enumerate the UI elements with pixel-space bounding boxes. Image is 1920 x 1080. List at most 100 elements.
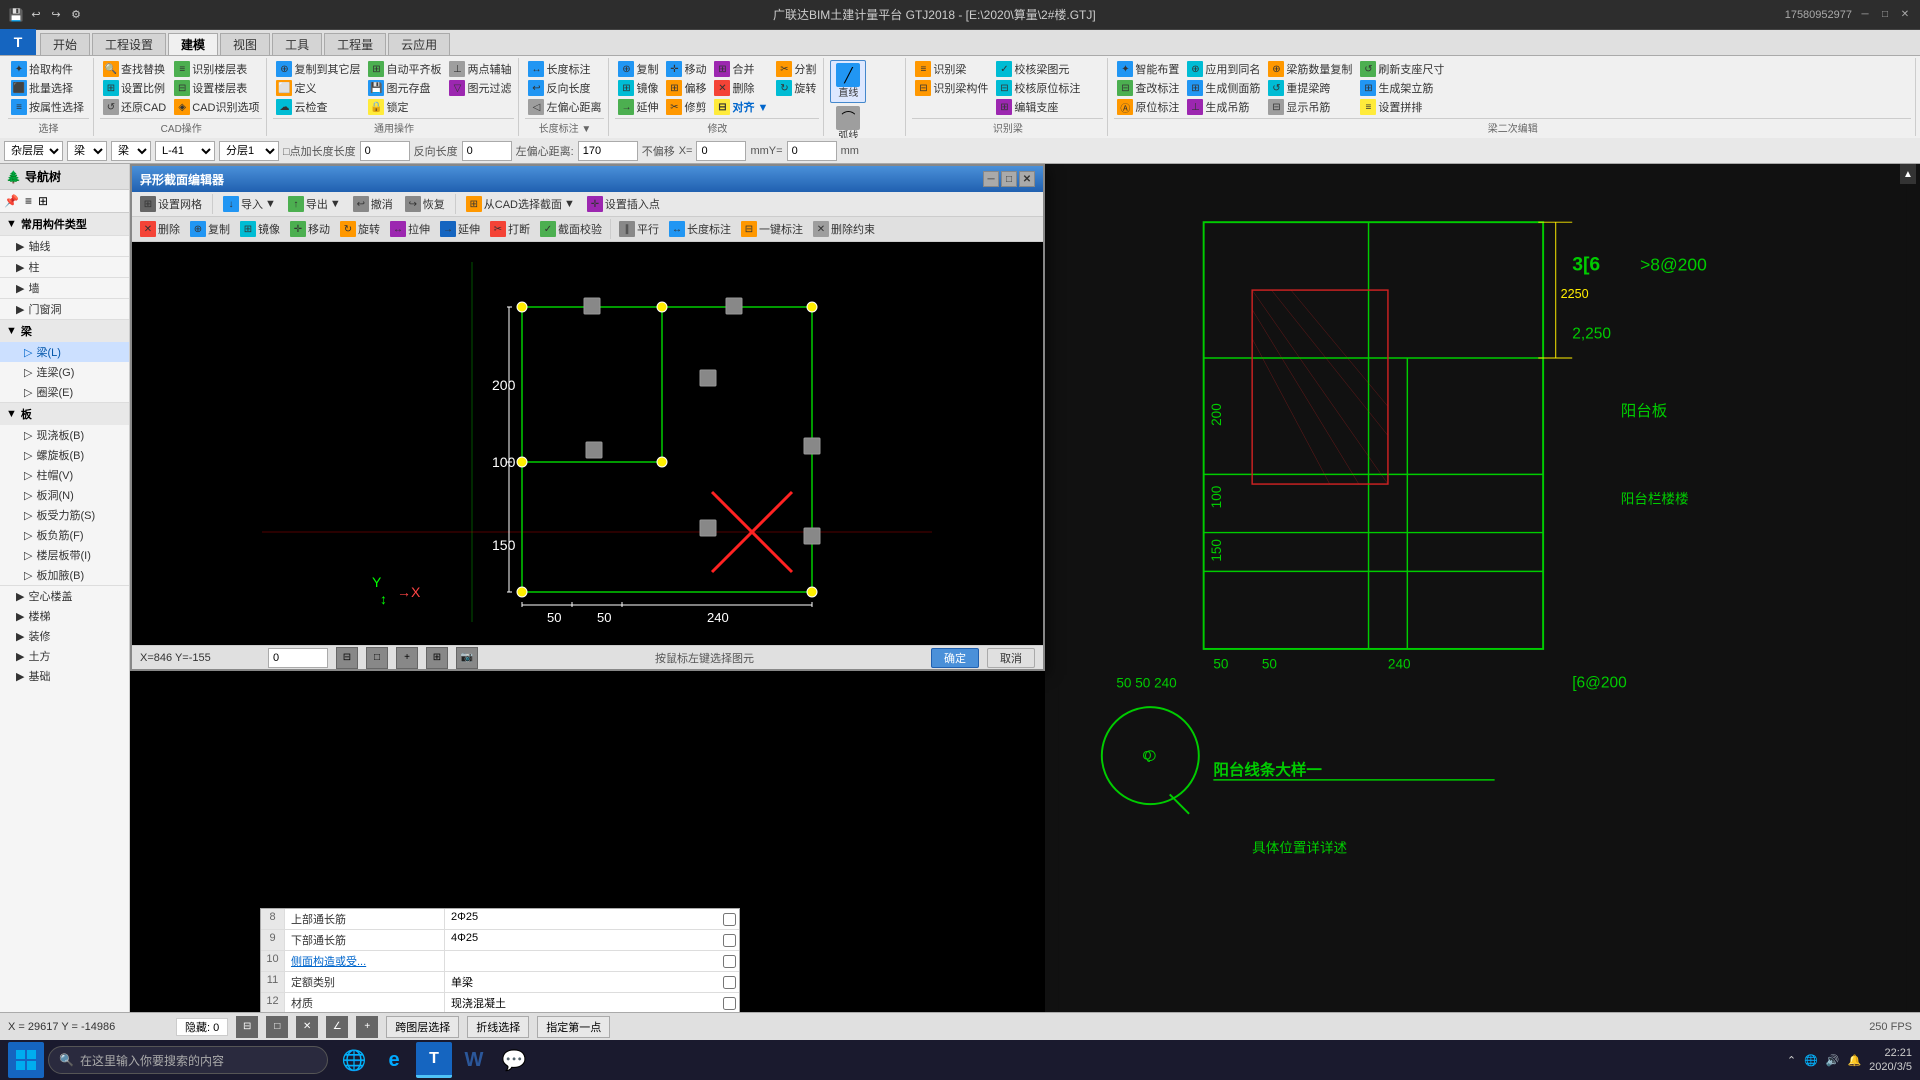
cross-layer-btn[interactable]: 跨图层选择 [386,1016,459,1038]
tree-item-slab-rebar-f[interactable]: ▷ 板负筋(F) [0,525,129,545]
export-btn[interactable]: ↑ 导出 ▼ [284,195,345,213]
offset-btn[interactable]: ⊞偏移 [663,79,709,97]
snap-rect-icon[interactable]: ⊟ [336,647,358,669]
set-insert-btn[interactable]: ✛ 设置插入点 [583,195,664,213]
gen-hanger-btn[interactable]: ⊥生成吊筋 [1184,98,1263,116]
scroll-up-arrow[interactable]: ▲ [1900,164,1916,184]
prop-check-10[interactable] [719,951,739,971]
snap-plus-icon[interactable]: + [396,647,418,669]
auto-level-btn[interactable]: ⊞自动平齐板 [365,60,444,78]
tab-cloud[interactable]: 云应用 [388,33,450,55]
tree-item-beam-L[interactable]: ▷ 梁(L) [0,342,129,362]
move-btn[interactable]: ✛移动 [663,60,709,78]
copy-modify-btn[interactable]: ⊕复制 [615,60,661,78]
tree-item-decor[interactable]: ▶ 装修 [0,626,129,646]
cross-icon[interactable]: ✕ [296,1016,318,1038]
copy2-btn[interactable]: ⊕ 复制 [186,220,234,238]
quick-save-icon[interactable]: 💾 [8,7,24,23]
tree-group-header-common[interactable]: ▼ 常用构件类型 [0,213,129,235]
layer-select[interactable]: 杂层层 [4,141,63,161]
dialog-max-btn[interactable]: □ [1001,171,1017,187]
tree-group-header-beam[interactable]: ▼ 梁 [0,320,129,342]
point-add-input[interactable] [360,141,410,161]
tree-item-window[interactable]: ▶ 门窗洞 [0,299,129,319]
cancel-btn[interactable]: 取消 [987,648,1035,668]
section-check-btn[interactable]: ✓ 截面校验 [536,220,606,238]
mirror-btn[interactable]: ⊞镜像 [615,79,661,97]
quick-redo-icon[interactable]: ↪ [48,7,64,23]
left-offset-btn[interactable]: ◁左偏心距离 [525,98,604,116]
gen-side-bar-btn[interactable]: ⊞生成侧面筋 [1184,79,1263,97]
dialog-value-input[interactable] [268,648,328,668]
sidebar-list-icon[interactable]: ≡ [23,192,34,210]
minimize-btn[interactable]: ─ [1858,8,1872,22]
confirm-btn[interactable]: 确定 [931,648,979,668]
lock-btn[interactable]: 🔒锁定 [365,98,444,116]
extend-btn[interactable]: →延伸 [615,98,661,116]
find-replace-btn[interactable]: 🔍查找替换 [100,60,169,78]
gen-frame-btn[interactable]: ⊞生成架立筋 [1357,79,1447,97]
x-input[interactable] [696,141,746,161]
trim-btn[interactable]: ✂修剪 [663,98,709,116]
prop-check-12[interactable] [719,993,739,1013]
prop-name-9[interactable]: 下部通长筋 [285,930,445,950]
tree-item-earthwork[interactable]: ▶ 土方 [0,646,129,666]
tab-start[interactable]: 开始 [40,33,90,55]
del-constraint-btn[interactable]: ✕ 删除约束 [809,220,879,238]
check-mark-btn[interactable]: ⊟查改标注 [1114,79,1182,97]
prop-check-11[interactable] [719,972,739,992]
mirror2-btn[interactable]: ⊞ 镜像 [236,220,284,238]
tab-project[interactable]: 工程设置 [92,33,166,55]
smart-layout-btn[interactable]: ✦智能布置 [1114,60,1182,78]
snap-grid-icon[interactable]: ⊞ [426,647,448,669]
tab-quantity[interactable]: 工程量 [324,33,386,55]
apply-same-btn[interactable]: ⊕应用到同名 [1184,60,1263,78]
tab-view[interactable]: 视图 [220,33,270,55]
systray-arrow[interactable]: ⌃ [1787,1054,1796,1067]
batch-select-btn[interactable]: ⬛批量选择 [8,79,87,97]
redo-btn[interactable]: ↪ 恢复 [401,195,449,213]
delete-modify-btn[interactable]: ✕删除 [711,79,771,97]
restore-cad-btn[interactable]: ↺还原CAD [100,98,169,116]
systray-network[interactable]: 🌐 [1804,1054,1818,1067]
reverse-input[interactable] [462,141,512,161]
tree-item-slab-valley[interactable]: ▷ 板洞(N) [0,485,129,505]
snap-sq-icon[interactable]: □ [366,647,388,669]
tree-item-slab-col[interactable]: ▷ 柱帽(V) [0,465,129,485]
taskbar-app-word[interactable]: W [456,1042,492,1078]
arc-draw-btn[interactable]: ⌒ 弧线 [830,104,866,138]
move2-btn[interactable]: ✛ 移动 [286,220,334,238]
element-type-select[interactable]: 梁 [67,141,107,161]
quick-settings-icon[interactable]: ⚙ [68,7,84,23]
align-btn[interactable]: ⊟对齐 ▼ [711,98,771,116]
tree-item-wall[interactable]: ▶ 墙 [0,278,129,298]
prop-check-9[interactable] [719,930,739,950]
taskbar-search-box[interactable]: 🔍 在这里输入你要搜索的内容 [48,1046,328,1074]
dialog-close-btn[interactable]: ✕ [1019,171,1035,187]
tree-item-slab-floor[interactable]: ▷ 楼层板带(I) [0,545,129,565]
y-input[interactable] [787,141,837,161]
show-hanger-btn[interactable]: ⊟显示吊筋 [1265,98,1355,116]
length-mark-btn[interactable]: ↔长度标注 [525,60,604,78]
from-cad-btn[interactable]: ⊞ 从CAD选择截面 ▼ [462,195,579,213]
layer-num-select[interactable]: 分层1 [219,141,279,161]
tree-group-header-slab[interactable]: ▼ 板 [0,403,129,425]
prop-name-12[interactable]: 材质 [285,993,445,1013]
taskbar-app-ie[interactable]: e [376,1042,412,1078]
left-offset-input[interactable] [578,141,638,161]
undo-btn[interactable]: ↩ 撤消 [349,195,397,213]
polyline-btn[interactable]: 折线选择 [467,1016,529,1038]
identify-beam-btn[interactable]: ≡识别梁 [912,60,991,78]
site-mark-btn[interactable]: Ⓐ原位标注 [1114,98,1182,116]
prop-name-10[interactable]: 侧面构造或受... [285,951,445,971]
tree-item-beam-G[interactable]: ▷ 连梁(G) [0,362,129,382]
tree-item-slab-addon[interactable]: ▷ 板加腋(B) [0,565,129,585]
identify-beam-elem-btn[interactable]: ⊟识别梁构件 [912,79,991,97]
edit-support-btn[interactable]: ⊞编辑支座 [993,98,1083,116]
first-point-btn[interactable]: 指定第一点 [537,1016,610,1038]
cloud-check-btn[interactable]: ☁云检查 [273,98,363,116]
prop-name-8[interactable]: 上部通长筋 [285,909,445,929]
taskbar-start-btn[interactable] [8,1042,44,1078]
refresh-support-btn[interactable]: ↺刷新支座尺寸 [1357,60,1447,78]
tree-item-axis[interactable]: ▶ 轴线 [0,236,129,256]
